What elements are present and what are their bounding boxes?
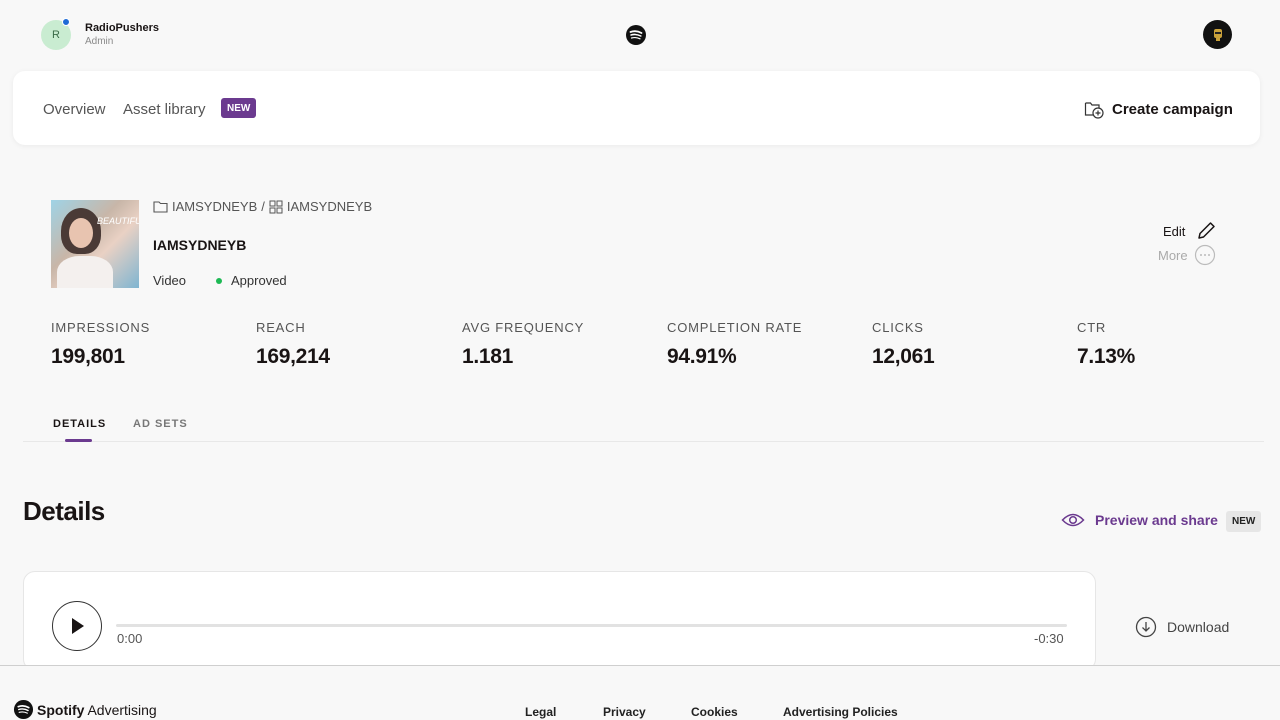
current-time: 0:00	[117, 631, 143, 646]
stat-ctr: CTR 7.13%	[1077, 320, 1135, 369]
stat-avg-frequency: AVG FREQUENCY 1.181	[462, 320, 584, 369]
nav-asset-library-link[interactable]: Asset library	[123, 101, 206, 118]
stat-label: AVG FREQUENCY	[462, 320, 585, 335]
footer-link-cookies[interactable]: Cookies	[691, 705, 738, 719]
stat-label: CLICKS	[872, 320, 924, 335]
preview-new-badge: NEW	[1226, 511, 1262, 532]
more-button[interactable]: More	[1158, 244, 1216, 266]
stat-value: 7.13%	[1077, 345, 1136, 368]
stat-value: 1.181	[462, 345, 514, 368]
create-campaign-button[interactable]: Create campaign	[1084, 97, 1233, 121]
download-icon	[1135, 616, 1157, 638]
stat-label: COMPLETION RATE	[667, 320, 803, 335]
preview-and-share-button[interactable]: Preview and share	[1061, 512, 1218, 528]
breadcrumb-campaign[interactable]: IAMSYDNEYB	[172, 199, 257, 214]
footer-brand-suffix: Advertising	[87, 701, 157, 718]
create-campaign-label: Create campaign	[1112, 100, 1233, 118]
breadcrumb-ad-set[interactable]: IAMSYDNEYB	[287, 199, 372, 214]
nav-new-badge: NEW	[221, 98, 257, 118]
download-button[interactable]: Download	[1135, 616, 1229, 638]
pencil-icon	[1198, 222, 1216, 239]
ad-thumbnail: BEAUTIFUL	[51, 200, 139, 288]
footer-brand: Spotify	[37, 701, 85, 718]
grid-icon	[269, 200, 283, 213]
download-label: Download	[1167, 619, 1230, 635]
footer: Spotify Advertising Legal Privacy Cookie…	[0, 665, 1280, 720]
spotify-logo-icon	[13, 699, 34, 720]
thumbnail-text: BEAUTIFUL	[97, 216, 139, 226]
footer-link-privacy[interactable]: Privacy	[603, 705, 646, 719]
playback-progress-bar[interactable]	[116, 624, 1067, 627]
tab-ad-sets[interactable]: AD SETS	[133, 418, 188, 430]
user-avatar-emblem-icon	[1213, 28, 1222, 41]
folder-icon	[153, 201, 168, 213]
stat-completion-rate: COMPLETION RATE 94.91%	[667, 320, 802, 369]
spotify-logo-icon[interactable]	[625, 24, 647, 46]
stat-value: 169,214	[256, 345, 330, 368]
nav-overview-link[interactable]: Overview	[43, 101, 106, 118]
create-campaign-icon	[1084, 102, 1104, 119]
stat-reach: REACH 169,214	[256, 320, 330, 369]
stat-value: 12,061	[872, 345, 935, 368]
tab-bar: DETAILS AD SETS	[23, 412, 1264, 442]
more-icon	[1194, 244, 1215, 266]
top-bar: R RadioPushers Admin	[0, 0, 1280, 70]
eye-icon	[1061, 513, 1085, 527]
tab-details[interactable]: DETAILS	[53, 418, 106, 430]
edit-button[interactable]: Edit	[1163, 220, 1217, 242]
footer-link-advertising-policies[interactable]: Advertising Policies	[783, 705, 898, 719]
notification-dot	[62, 18, 70, 26]
details-heading: Details	[23, 496, 105, 526]
status-dot	[216, 278, 222, 284]
remaining-time: -0:30	[1034, 631, 1064, 646]
user-avatar[interactable]	[1203, 20, 1232, 49]
active-tab-indicator	[65, 439, 92, 442]
stat-clicks: CLICKS 12,061	[872, 320, 935, 369]
stat-value: 199,801	[51, 345, 125, 368]
stat-label: REACH	[256, 320, 306, 335]
ad-title: IAMSYDNEYB	[153, 237, 247, 253]
breadcrumb-separator: /	[261, 199, 265, 214]
stat-label: CTR	[1077, 320, 1107, 335]
play-button[interactable]	[52, 601, 102, 651]
account-role: Admin	[85, 36, 114, 47]
account-name[interactable]: RadioPushers	[85, 22, 159, 34]
play-icon	[72, 618, 84, 634]
stat-impressions: IMPRESSIONS 199,801	[51, 320, 150, 369]
video-player: 0:00 -0:30	[23, 571, 1096, 671]
stat-value: 94.91%	[667, 345, 737, 368]
footer-link-legal[interactable]: Legal	[525, 705, 556, 719]
ad-format: Video	[153, 273, 187, 288]
more-label: More	[1158, 247, 1188, 263]
nav-card: Overview Asset library NEW Create campai…	[13, 71, 1260, 145]
spotify-advertising-logo[interactable]: Spotify Advertising	[13, 699, 157, 720]
breadcrumb: IAMSYDNEYB / IAMSYDNEYB	[153, 199, 372, 214]
status-text: Approved	[231, 273, 287, 288]
stat-label: IMPRESSIONS	[51, 320, 151, 335]
preview-and-share-label: Preview and share	[1095, 512, 1218, 528]
edit-label: Edit	[1163, 223, 1186, 239]
